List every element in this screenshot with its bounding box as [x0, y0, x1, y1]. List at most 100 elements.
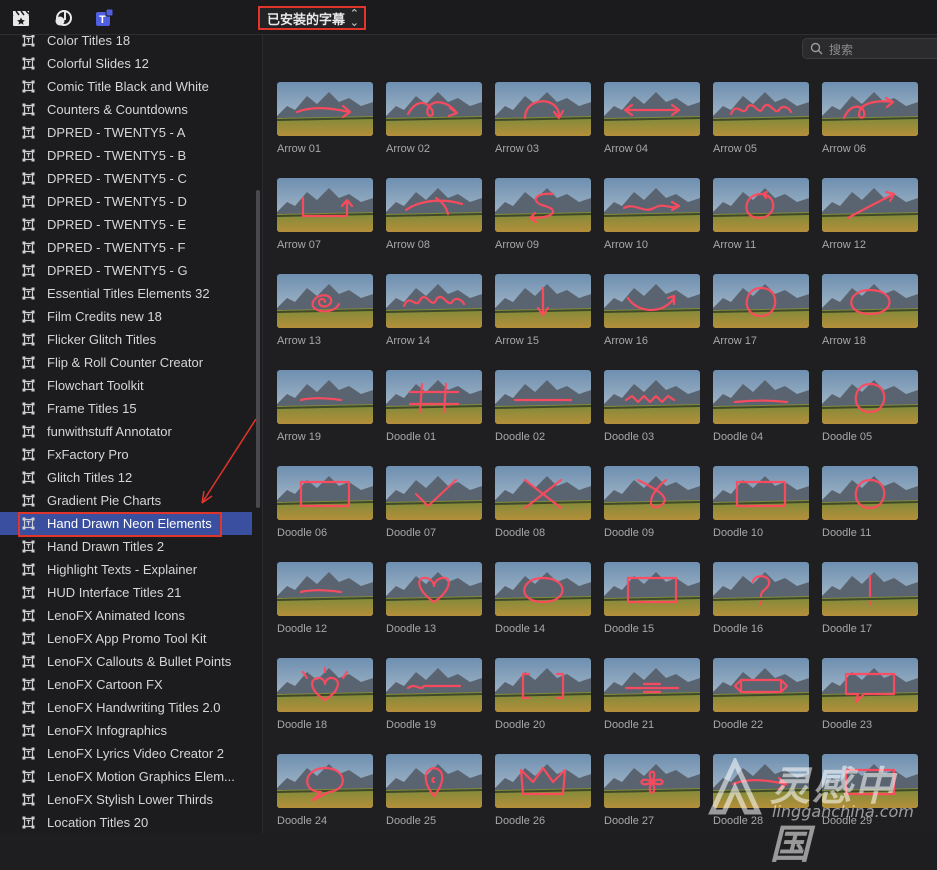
sidebar-item-label: Film Credits new 18	[47, 309, 162, 324]
thumbnail-image	[277, 562, 373, 616]
title-thumbnail[interactable]	[713, 754, 809, 808]
sidebar-item[interactable]: LenoFX Stylish Lower Thirds	[0, 788, 252, 811]
title-thumbnail[interactable]	[495, 466, 591, 520]
title-thumbnail[interactable]	[495, 178, 591, 232]
sidebar-item[interactable]: LenoFX Callouts & Bullet Points	[0, 650, 252, 673]
title-thumbnail[interactable]	[495, 754, 591, 808]
sidebar-item-label: Highlight Texts - Explainer	[47, 562, 198, 577]
sidebar-item[interactable]: Comic Title Black and White	[0, 75, 252, 98]
title-thumbnail[interactable]	[604, 274, 700, 328]
browser-selector[interactable]: 已安装的字幕 ⌃ ⌄	[258, 6, 366, 30]
title-thumbnail[interactable]	[277, 754, 373, 808]
thumbnail-image	[822, 178, 918, 232]
clapper-icon[interactable]	[11, 8, 31, 28]
sidebar-item[interactable]: Colorful Slides 12	[0, 52, 252, 75]
title-folder-icon	[22, 701, 35, 714]
sidebar-item[interactable]: DPRED - TWENTY5 - F	[0, 236, 252, 259]
sidebar-item[interactable]: Hand Drawn Titles 2	[0, 535, 252, 558]
title-thumbnail[interactable]	[386, 466, 482, 520]
title-thumbnail[interactable]	[604, 754, 700, 808]
title-thumbnail[interactable]	[495, 370, 591, 424]
sidebar-item[interactable]: DPRED - TWENTY5 - A	[0, 121, 252, 144]
title-thumbnail[interactable]	[495, 274, 591, 328]
title-thumbnail[interactable]	[277, 178, 373, 232]
title-thumbnail[interactable]	[386, 658, 482, 712]
title-thumbnail[interactable]	[386, 274, 482, 328]
title-thumbnail[interactable]	[604, 658, 700, 712]
title-thumbnail[interactable]	[822, 274, 918, 328]
title-thumbnail-label: Arrow 13	[277, 335, 322, 347]
title-thumbnail-label: Doodle 29	[822, 815, 873, 827]
title-thumbnail[interactable]	[277, 274, 373, 328]
title-thumbnail[interactable]	[277, 466, 373, 520]
sidebar-item[interactable]: Color Titles 18	[0, 35, 252, 52]
title-thumbnail[interactable]	[713, 274, 809, 328]
title-thumbnail[interactable]	[386, 82, 482, 136]
title-folder-icon	[22, 35, 35, 47]
title-thumbnail[interactable]	[495, 658, 591, 712]
title-thumbnail[interactable]	[277, 562, 373, 616]
title-thumbnail[interactable]	[495, 562, 591, 616]
sidebar-item[interactable]: LenoFX Infographics	[0, 719, 252, 742]
search-input[interactable]: 搜索	[802, 38, 937, 59]
title-thumbnail-label: Doodle 07	[386, 527, 437, 539]
sidebar-item[interactable]: Highlight Texts - Explainer	[0, 558, 252, 581]
titles-generators-icon[interactable]: T	[94, 8, 114, 28]
sidebar-item[interactable]: LenoFX Handwriting Titles 2.0	[0, 696, 252, 719]
sidebar-item[interactable]: LenoFX Motion Graphics Elem...	[0, 765, 252, 788]
sidebar-item[interactable]: DPRED - TWENTY5 - C	[0, 167, 252, 190]
title-thumbnail[interactable]	[495, 82, 591, 136]
title-thumbnail[interactable]	[713, 658, 809, 712]
music-photos-icon[interactable]	[53, 8, 73, 28]
sidebar-item[interactable]: Flowchart Toolkit	[0, 374, 252, 397]
sidebar-item[interactable]: Counters & Countdowns	[0, 98, 252, 121]
sidebar-item[interactable]: DPRED - TWENTY5 - G	[0, 259, 252, 282]
sidebar-item[interactable]: Hand Drawn Neon Elements	[0, 512, 252, 535]
title-thumbnail[interactable]	[713, 466, 809, 520]
sidebar-item[interactable]: LenoFX App Promo Tool Kit	[0, 627, 252, 650]
sidebar-item[interactable]: Essential Titles Elements 32	[0, 282, 252, 305]
title-thumbnail[interactable]	[713, 178, 809, 232]
title-thumbnail[interactable]	[713, 370, 809, 424]
sidebar-item[interactable]: HUD Interface Titles 21	[0, 581, 252, 604]
sidebar-item[interactable]: Film Credits new 18	[0, 305, 252, 328]
title-thumbnail[interactable]	[822, 178, 918, 232]
title-thumbnail[interactable]	[277, 370, 373, 424]
search-icon	[810, 42, 823, 55]
title-thumbnail[interactable]	[386, 754, 482, 808]
sidebar-item[interactable]: LenoFX Animated Icons	[0, 604, 252, 627]
title-thumbnail[interactable]	[822, 370, 918, 424]
thumbnail-image	[495, 178, 591, 232]
sidebar-item[interactable]: LenoFX Cartoon FX	[0, 673, 252, 696]
sidebar-item[interactable]: DPRED - TWENTY5 - B	[0, 144, 252, 167]
title-thumbnail[interactable]	[277, 82, 373, 136]
title-thumbnail[interactable]	[604, 178, 700, 232]
title-thumbnail[interactable]	[822, 466, 918, 520]
title-thumbnail[interactable]	[822, 658, 918, 712]
title-thumbnail[interactable]	[604, 82, 700, 136]
sidebar-item[interactable]: DPRED - TWENTY5 - D	[0, 190, 252, 213]
title-thumbnail[interactable]	[604, 562, 700, 616]
sidebar-item-label: DPRED - TWENTY5 - E	[47, 217, 187, 232]
title-thumbnail[interactable]	[822, 82, 918, 136]
title-thumbnail[interactable]	[386, 562, 482, 616]
title-thumbnail[interactable]	[604, 370, 700, 424]
sidebar-item[interactable]: Flicker Glitch Titles	[0, 328, 252, 351]
browser-selector-label: 已安装的字幕	[267, 12, 346, 28]
sidebar-item[interactable]: DPRED - TWENTY5 - E	[0, 213, 252, 236]
title-thumbnail[interactable]	[277, 658, 373, 712]
title-thumbnail[interactable]	[604, 466, 700, 520]
title-thumbnail[interactable]	[713, 562, 809, 616]
title-thumbnail[interactable]	[386, 370, 482, 424]
title-thumbnail[interactable]	[822, 562, 918, 616]
title-thumbnail[interactable]	[822, 754, 918, 808]
title-thumbnail[interactable]	[386, 178, 482, 232]
thumbnail-image	[277, 274, 373, 328]
sidebar-item-label: Hand Drawn Neon Elements	[47, 516, 212, 531]
title-folder-icon	[22, 195, 35, 208]
title-folder-icon	[22, 471, 35, 484]
sidebar-item[interactable]: LenoFX Lyrics Video Creator 2	[0, 742, 252, 765]
sidebar-item[interactable]: Flip & Roll Counter Creator	[0, 351, 252, 374]
title-thumbnail[interactable]	[713, 82, 809, 136]
sidebar-item[interactable]: Location Titles 20	[0, 811, 252, 833]
